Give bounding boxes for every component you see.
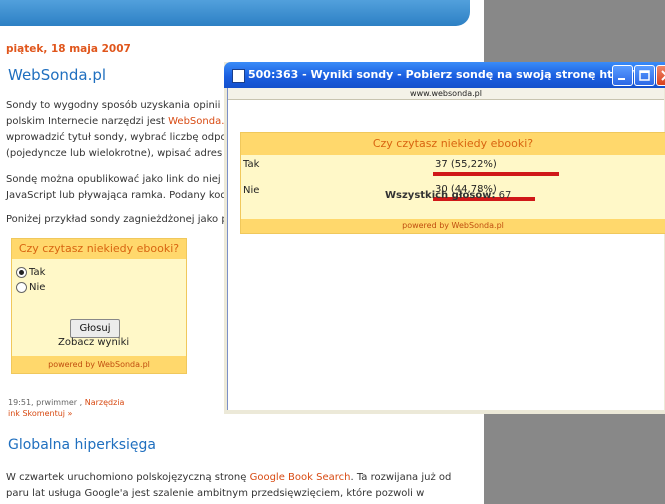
paragraph-line: Sondę można opublikować jako link do nie… — [6, 174, 233, 185]
page-icon — [232, 69, 245, 83]
post-paragraph: Poniżej przykład sondy zagnieżdżonej jak… — [6, 214, 237, 225]
poll-question: Czy czytasz niekiedy ebooki? — [12, 239, 186, 259]
post-author: prwimmer , — [33, 398, 83, 407]
popup-title: 500:363 - Wyniki sondy - Pobierz sondę n… — [248, 68, 647, 81]
post-title[interactable]: WebSonda.pl — [8, 66, 106, 84]
result-label-nie: Nie — [243, 185, 260, 196]
poll-option-label: Tak — [29, 267, 46, 278]
close-button[interactable] — [656, 65, 665, 86]
result-bar-tak — [433, 172, 559, 176]
category-link[interactable]: Narzędzia — [85, 398, 125, 407]
comment-link[interactable]: ink Skomentuj » — [8, 408, 124, 419]
maximize-icon — [639, 70, 650, 81]
post-paragraph: Sondy to wygodny sposób uzyskania opinii… — [6, 98, 235, 162]
popup-titlebar[interactable]: 500:363 - Wyniki sondy - Pobierz sondę n… — [224, 62, 665, 88]
result-value-tak: 37 (55,22%) — [435, 159, 497, 170]
total-votes: Wszystkich głosów: 67 — [385, 190, 511, 201]
paragraph-line: JavaScript lub pływająca ramka. Podany k… — [6, 190, 234, 201]
poll-option-tak[interactable]: Tak — [16, 267, 45, 278]
see-results-link[interactable]: Zobacz wyniki — [58, 337, 129, 348]
paragraph-text: polskim Internecie narzędzi jest — [6, 116, 169, 127]
paragraph-line: (pojedyncze lub wielokrotne), wpisać adr… — [6, 148, 231, 159]
post-title[interactable]: Globalna hiperksięga — [8, 437, 156, 453]
popup-content: www.websonda.pl Czy czytasz niekiedy ebo… — [227, 88, 665, 410]
result-label-tak: Tak — [243, 159, 260, 170]
results-popup-window: 500:363 - Wyniki sondy - Pobierz sondę n… — [224, 62, 665, 414]
paragraph-line: Sondy to wygodny sposób uzyskania opinii… — [6, 100, 235, 111]
google-book-search-link[interactable]: Google Book Search — [250, 472, 351, 483]
poll-option-nie[interactable]: Nie — [16, 282, 45, 293]
minimize-icon — [618, 78, 625, 80]
poll-powered-by[interactable]: powered by WebSonda.pl — [12, 356, 186, 373]
total-votes-label: Wszystkich głosów: — [385, 190, 496, 201]
websonda-link[interactable]: WebSonda.p — [168, 116, 231, 127]
maximize-button[interactable] — [634, 65, 655, 86]
post-meta: 19:51, prwimmer , Narzędzia ink Skomentu… — [8, 397, 124, 419]
minimize-button[interactable] — [612, 65, 633, 86]
vote-button[interactable]: Głosuj — [70, 319, 120, 338]
results-powered-by[interactable]: powered by WebSonda.pl — [241, 219, 665, 233]
results-question: Czy czytasz niekiedy ebooki? — [241, 133, 665, 155]
popup-url: www.websonda.pl — [228, 88, 664, 100]
post-paragraph: W czwartek uruchomiono polskojęzyczną st… — [6, 470, 451, 502]
post-time: 19:51, — [8, 398, 34, 407]
close-icon — [661, 70, 665, 81]
radio-icon[interactable] — [16, 282, 27, 293]
poll-results: Czy czytasz niekiedy ebooki? Tak 37 (55,… — [240, 132, 665, 234]
post-date: piątek, 18 maja 2007 — [6, 43, 131, 55]
blog-header-bar — [0, 0, 470, 26]
post-meta-line: 19:51, prwimmer , Narzędzia — [8, 397, 124, 408]
total-votes-value: 67 — [495, 190, 512, 201]
embedded-poll: Czy czytasz niekiedy ebooki? Tak Nie Gło… — [11, 238, 187, 374]
paragraph-line: W czwartek uruchomiono polskojęzyczną st… — [6, 470, 451, 486]
paragraph-text: . Ta rozwijana już od — [350, 472, 452, 483]
paragraph-line: wprowadzić tytuł sondy, wybrać liczbę od… — [6, 132, 235, 143]
post-paragraph: Sondę można opublikować jako link do nie… — [6, 172, 234, 204]
paragraph-line: polskim Internecie narzędzi jest WebSond… — [6, 114, 235, 130]
paragraph-text: W czwartek uruchomiono polskojęzyczną st… — [6, 472, 250, 483]
paragraph-line: paru lat usługa Google'a jest szalenie a… — [6, 488, 425, 499]
radio-selected-icon[interactable] — [16, 267, 27, 278]
poll-option-label: Nie — [29, 282, 46, 293]
